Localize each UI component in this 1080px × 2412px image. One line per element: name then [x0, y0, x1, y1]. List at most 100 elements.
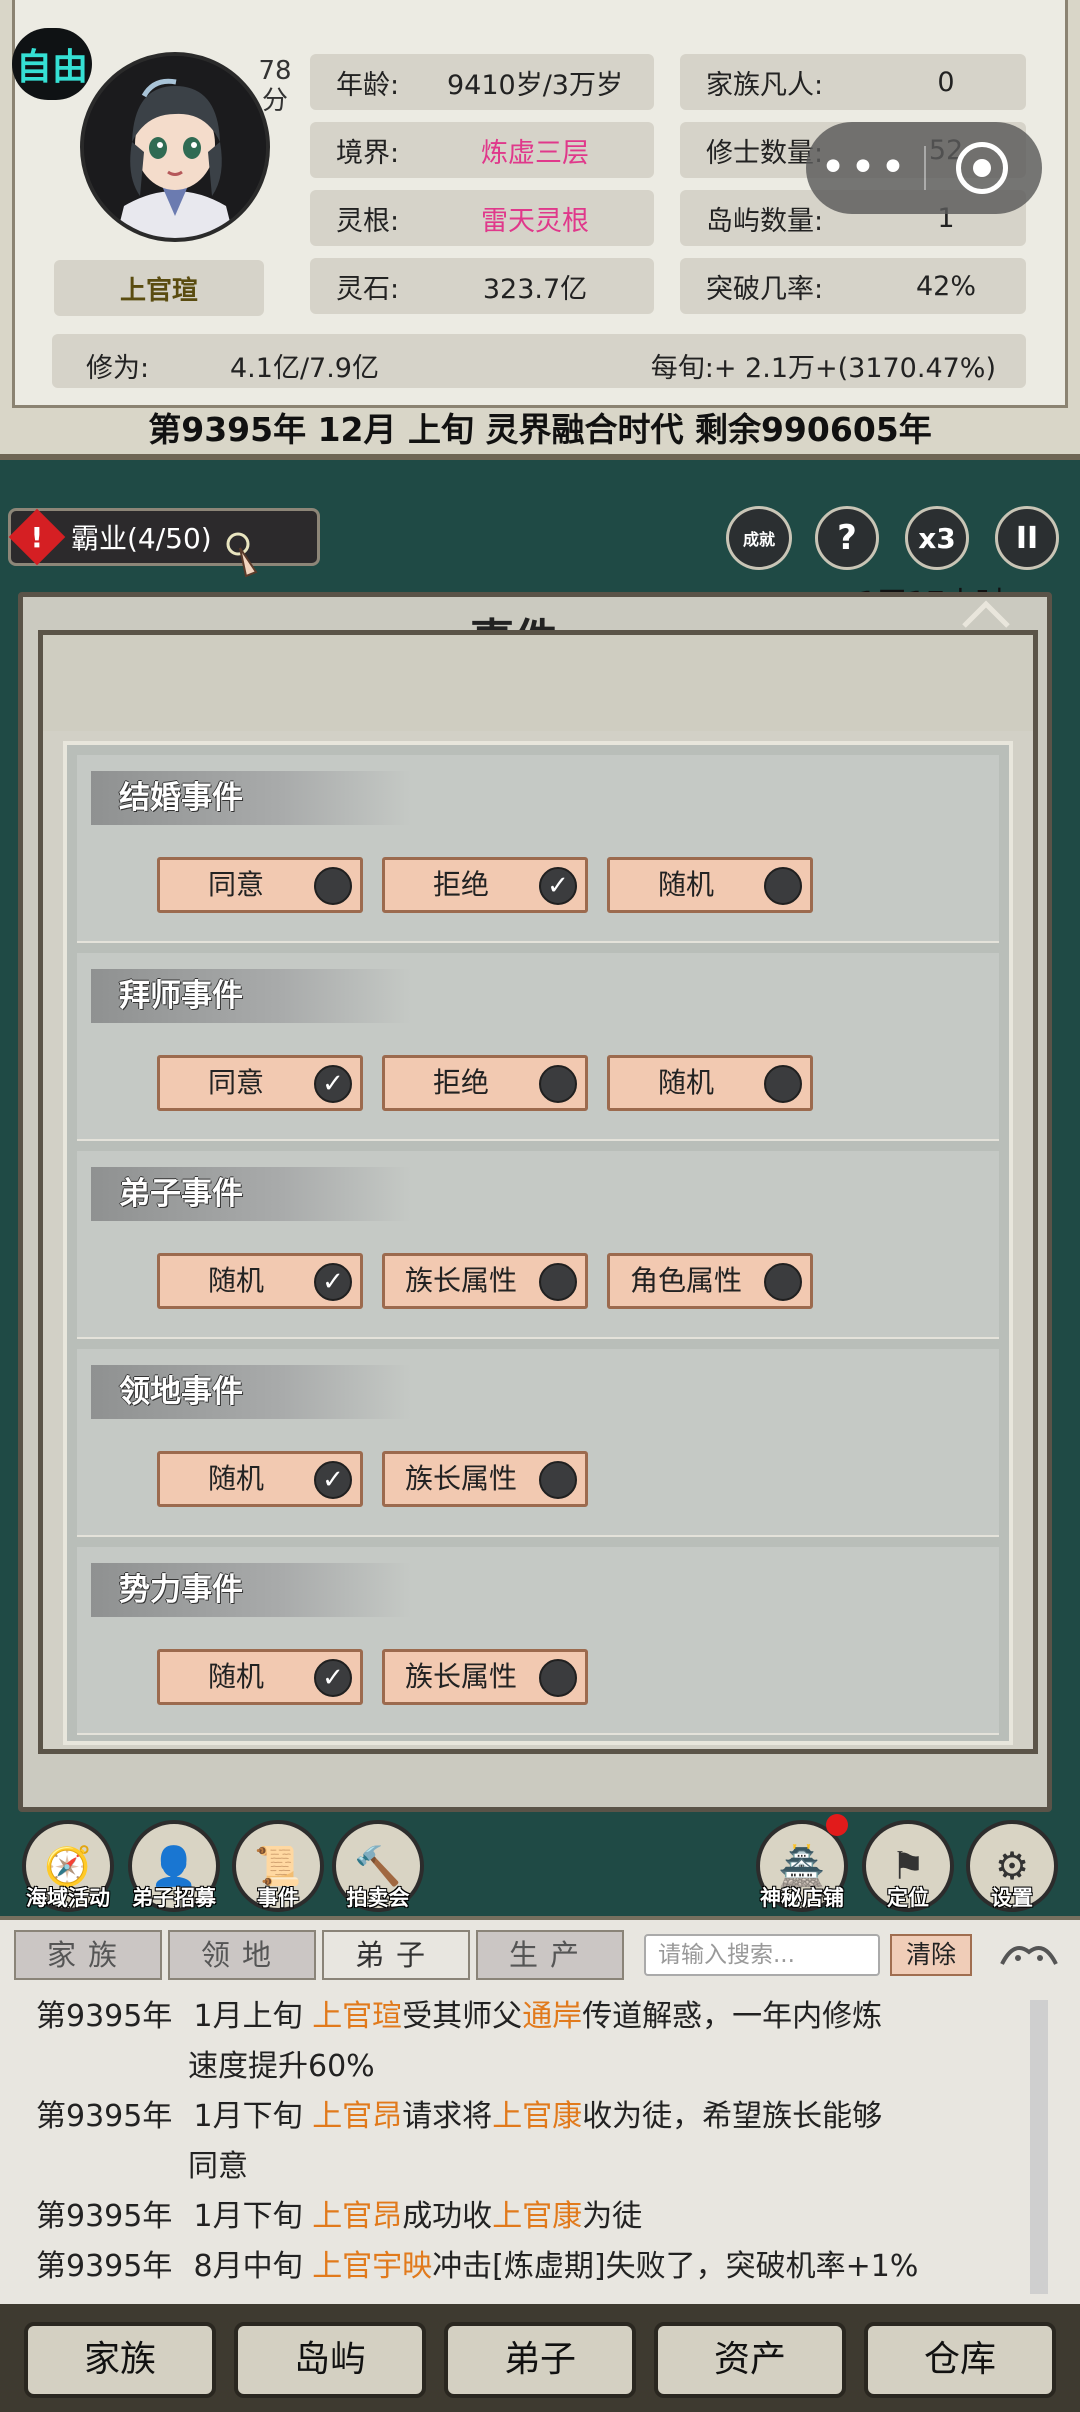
tap-hand-icon — [226, 532, 272, 582]
apprentice-random-option[interactable]: 随机 — [607, 1055, 813, 1111]
quest-tracker[interactable]: ! 霸业(4/50) — [8, 508, 320, 566]
events-list: 结婚事件 同意 拒绝 ✓ 随机 拜师事件 同意 ✓ 拒绝 随机 弟子事件 随机 … — [63, 741, 1013, 1745]
character-score: 78 分 — [250, 56, 300, 116]
log-text: 成功收 — [402, 2199, 493, 2234]
clear-button[interactable]: 清除 — [890, 1934, 972, 1976]
radio-unchecked-icon[interactable] — [539, 1263, 577, 1301]
pause-icon[interactable]: II — [995, 506, 1059, 570]
age-stat: 年龄: 9410岁/3万岁 — [310, 54, 654, 110]
faction-event-section: 势力事件 随机 ✓ 族长属性 — [77, 1547, 999, 1735]
nav-assets-button[interactable]: 资产 — [654, 2322, 846, 2398]
breakthrough-value: 42% — [915, 270, 976, 302]
log-entry: 第9395年 1月上旬 上官瑄受其师父通岸传道解惑，一年内修炼 速度提升60% — [36, 1992, 1026, 2092]
alert-icon: ! — [8, 508, 66, 566]
realm-value: 炼虚三层 — [481, 137, 589, 169]
log-year: 第9395年 — [36, 1999, 173, 2034]
achievement-icon[interactable]: 成就 — [726, 506, 792, 570]
age-label: 年龄: — [336, 69, 400, 101]
option-label: 族长属性 — [404, 1462, 517, 1495]
speed-x3-button[interactable]: x3 — [905, 506, 969, 570]
marriage-reject-option[interactable]: 拒绝 ✓ — [382, 857, 588, 913]
dialog-close-icon[interactable] — [956, 596, 1016, 630]
log-entry: 第9395年 1月下旬 上官昂请求将上官康收为徒，希望族长能够 同意 — [36, 2092, 1026, 2192]
radio-unchecked-icon[interactable] — [764, 1263, 802, 1301]
option-label: 拒绝 — [432, 868, 489, 901]
mortals-label: 家族凡人: — [706, 69, 824, 101]
log-list: 第9395年 1月上旬 上官瑄受其师父通岸传道解惑，一年内修炼 速度提升60% … — [36, 1992, 1026, 2292]
radio-checked-icon[interactable]: ✓ — [539, 867, 577, 905]
disciple-event-section: 弟子事件 随机 ✓ 族长属性 角色属性 — [77, 1151, 999, 1339]
log-person[interactable]: 上官瑄 — [312, 1999, 402, 2034]
log-person[interactable]: 上官宇映 — [312, 2249, 432, 2284]
log-year: 第9395年 — [36, 2249, 173, 2284]
log-person[interactable]: 通岸 — [522, 1999, 582, 2034]
nav-disciples-button[interactable]: 弟子 — [444, 2322, 636, 2398]
spirit-root-stat: 灵根: 雷天灵根 — [310, 190, 654, 246]
locate-label: 定位 — [887, 1886, 929, 1910]
log-person[interactable]: 上官康 — [492, 2199, 582, 2234]
log-search-input[interactable]: 请输入搜索... — [644, 1934, 880, 1976]
radio-unchecked-icon[interactable] — [539, 1461, 577, 1499]
mystery-shop-label: 神秘店铺 — [760, 1886, 844, 1910]
disciple-random-option[interactable]: 随机 ✓ — [157, 1253, 363, 1309]
territory-random-option[interactable]: 随机 ✓ — [157, 1451, 363, 1507]
option-label: 随机 — [657, 1066, 714, 1099]
marriage-agree-option[interactable]: 同意 — [157, 857, 363, 913]
faction-patriarch-attr-option[interactable]: 族长属性 — [382, 1649, 588, 1705]
option-label: 拒绝 — [432, 1066, 489, 1099]
log-person[interactable]: 上官昂 — [312, 2199, 402, 2234]
radio-unchecked-icon[interactable] — [764, 1065, 802, 1103]
log-period: 1月下旬 — [193, 2199, 303, 2234]
log-scrollbar[interactable] — [1030, 2000, 1048, 2294]
disciple-role-attr-option[interactable]: 角色属性 — [607, 1253, 813, 1309]
log-person[interactable]: 上官昂 — [312, 2099, 402, 2134]
radio-checked-icon[interactable]: ✓ — [314, 1263, 352, 1301]
miniprogram-capsule[interactable]: ••• — [806, 122, 1042, 214]
tab-production[interactable]: 生产 — [476, 1930, 624, 1980]
nav-family-button[interactable]: 家族 — [24, 2322, 216, 2398]
radio-checked-icon[interactable]: ✓ — [314, 1461, 352, 1499]
realm-label: 境界: — [336, 137, 400, 169]
character-name[interactable]: 上官瑄 — [54, 260, 264, 316]
capsule-divider — [924, 146, 926, 190]
radio-unchecked-icon[interactable] — [764, 867, 802, 905]
free-mode-badge[interactable]: 自由 — [12, 28, 92, 100]
settings-label: 设置 — [991, 1886, 1033, 1910]
marriage-event-section: 结婚事件 同意 拒绝 ✓ 随机 — [77, 755, 999, 943]
disciple-patriarch-attr-option[interactable]: 族长属性 — [382, 1253, 588, 1309]
radio-unchecked-icon[interactable] — [314, 867, 352, 905]
tab-family[interactable]: 家族 — [14, 1930, 162, 1980]
log-period: 1月上旬 — [193, 1999, 303, 2034]
realm-stat: 境界: 炼虚三层 — [310, 122, 654, 178]
option-label: 随机 — [657, 868, 714, 901]
radio-unchecked-icon[interactable] — [539, 1659, 577, 1697]
close-miniprogram-icon[interactable] — [956, 142, 1008, 194]
quest-label: 霸业(4/50) — [71, 522, 212, 555]
collapse-icon[interactable] — [992, 1934, 1066, 1974]
events-dialog: 结婚事件 同意 拒绝 ✓ 随机 拜师事件 同意 ✓ 拒绝 随机 弟子事件 随机 … — [38, 630, 1038, 1754]
more-icon[interactable]: ••• — [806, 146, 924, 190]
apprentice-reject-option[interactable]: 拒绝 — [382, 1055, 588, 1111]
faction-random-option[interactable]: 随机 ✓ — [157, 1649, 363, 1705]
score-value: 78 — [258, 56, 292, 86]
tab-territory[interactable]: 领地 — [168, 1930, 316, 1980]
help-icon[interactable]: ? — [815, 506, 879, 570]
avatar[interactable] — [80, 52, 270, 242]
radio-checked-icon[interactable]: ✓ — [314, 1659, 352, 1697]
breakthrough-stat: 突破几率: 42% — [680, 258, 1026, 314]
apprentice-agree-option[interactable]: 同意 ✓ — [157, 1055, 363, 1111]
radio-unchecked-icon[interactable] — [539, 1065, 577, 1103]
tab-disciples[interactable]: 弟子 — [322, 1930, 470, 1980]
marriage-random-option[interactable]: 随机 — [607, 857, 813, 913]
mortals-stat: 家族凡人: 0 — [680, 54, 1026, 110]
game-date: 第9395年 12月 上旬 灵界融合时代 剩余990605年 — [148, 410, 932, 449]
log-year: 第9395年 — [36, 2099, 173, 2134]
log-text-continued: 速度提升60% — [188, 2049, 375, 2084]
nav-warehouse-button[interactable]: 仓库 — [864, 2322, 1056, 2398]
nav-islands-button[interactable]: 岛屿 — [234, 2322, 426, 2398]
log-person[interactable]: 上官康 — [492, 2099, 582, 2134]
option-label: 随机 — [207, 1462, 264, 1495]
log-text: 传道解惑，一年内修炼 — [582, 1999, 883, 2034]
territory-patriarch-attr-option[interactable]: 族长属性 — [382, 1451, 588, 1507]
radio-checked-icon[interactable]: ✓ — [314, 1065, 352, 1103]
